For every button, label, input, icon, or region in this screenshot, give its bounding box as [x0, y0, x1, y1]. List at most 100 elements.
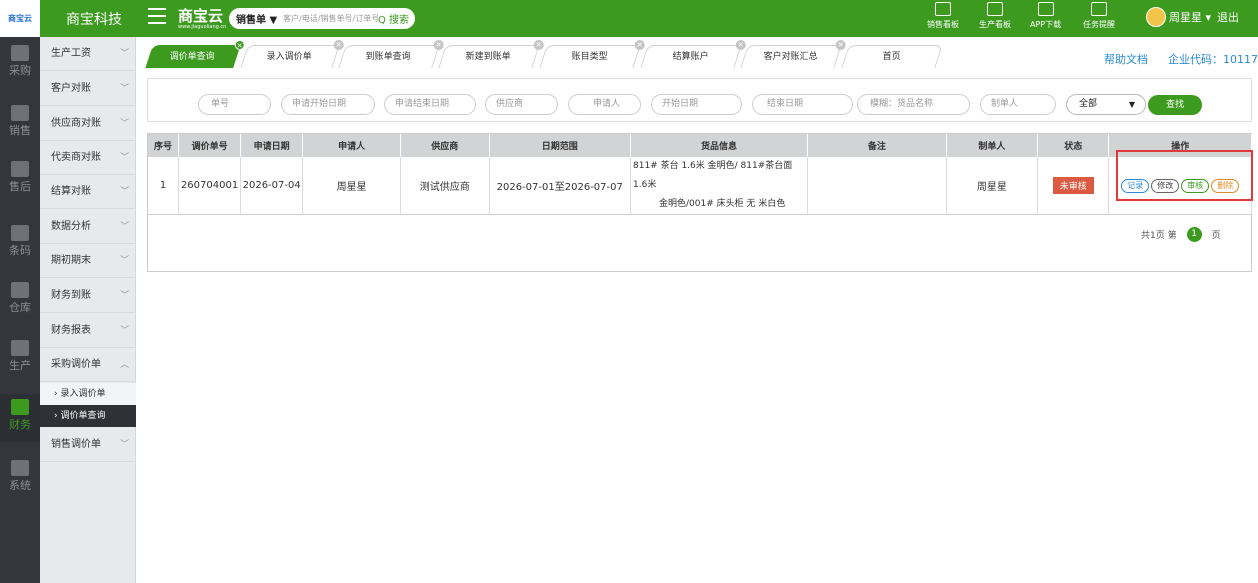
sidebar-sub-adjust-query[interactable]: › 调价单查询 [40, 405, 136, 427]
apply-end-date-input[interactable]: 申请结束日期 [384, 94, 476, 115]
filter-panel: 单号 申请开始日期 申请结束日期 供应商 申请人 开始日期 结束日期 模糊：货品… [147, 78, 1252, 122]
pagination: 共1页 第 1 页 [1141, 227, 1221, 242]
module-warehouse[interactable]: 仓库 [0, 282, 40, 322]
tab-label: 录入调价单 [267, 52, 313, 62]
sidebar-item-label: 财务到账 [51, 290, 91, 301]
tab-arrival-query[interactable]: 到账单查询 ✕ [338, 40, 444, 68]
col-creator: 制单人 [946, 134, 1039, 157]
production-board-button[interactable]: 生产看板 [979, 2, 1011, 30]
barcode-icon [11, 225, 29, 241]
close-icon[interactable]: ✕ [433, 40, 444, 50]
col-supplier: 供应商 [400, 134, 490, 157]
brand-url: www.jiaguoliang.cn [178, 24, 227, 30]
app-logo[interactable]: 商宝云 [0, 0, 40, 37]
sidebar-item-sales-price-adjust[interactable]: 销售调价单 ﹀ [40, 428, 136, 462]
hamburger-menu-icon[interactable] [148, 8, 166, 24]
module-after-sales[interactable]: 售后 [0, 161, 40, 201]
gear-icon [11, 460, 29, 476]
highlight-box [1116, 150, 1253, 201]
table-row: 1 260704001 2026-07-04 周星星 测试供应商 2026-07… [148, 157, 1252, 215]
tab-label: 账目类型 [571, 52, 608, 62]
chevron-down-icon: ﹀ [119, 222, 129, 232]
enterprise-code: 企业代码：10117 [1168, 53, 1258, 66]
sidebar-item-production-wage[interactable]: 生产工资 ﹀ [40, 37, 136, 71]
app-download-button[interactable]: APP下载 [1030, 2, 1061, 30]
order-no-input[interactable]: 单号 [198, 94, 271, 115]
col-apply-date: 申请日期 [240, 134, 304, 157]
search-input[interactable]: 客户/电话/销售单号/订单号 [283, 13, 378, 24]
cell-order-no: 260704001 [178, 157, 242, 215]
brand-logo: 商宝云 www.jiaguoliang.cn [178, 5, 226, 30]
module-barcode[interactable]: 条码 [0, 225, 40, 265]
sidebar-item-label: 财务报表 [51, 325, 91, 336]
close-icon[interactable]: ✕ [634, 40, 645, 50]
search-button[interactable]: Q 搜索 [378, 11, 415, 26]
supplier-input[interactable]: 供应商 [485, 94, 558, 115]
module-label: 生产 [9, 359, 31, 372]
module-sales[interactable]: 销售 [0, 105, 40, 145]
tab-settlement-account[interactable]: 结算账户 ✕ [640, 40, 746, 68]
search-type-select[interactable]: 销售单 ▼ [229, 11, 283, 26]
module-label: 销售 [9, 124, 31, 137]
sidebar-item-agent-reconcile[interactable]: 代卖商对账 ﹀ [40, 141, 136, 175]
find-button[interactable]: 查找 [1148, 95, 1202, 115]
sales-board-button[interactable]: 销售看板 [927, 2, 959, 30]
sidebar-item-customer-reconcile[interactable]: 客户对账 ﹀ [40, 72, 136, 106]
apply-start-date-input[interactable]: 申请开始日期 [281, 94, 375, 115]
module-purchase[interactable]: 采购 [0, 45, 40, 85]
sidebar-item-finance-arrival[interactable]: 财务到账 ﹀ [40, 279, 136, 313]
tab-label: 首页 [882, 52, 901, 62]
module-finance[interactable]: 财务 [0, 394, 40, 442]
cell-supplier: 测试供应商 [400, 157, 490, 215]
sidebar-item-settlement-reconcile[interactable]: 结算对账 ﹀ [40, 175, 136, 209]
sidebar-item-label: 结算对账 [51, 186, 91, 197]
module-production[interactable]: 生产 [0, 340, 40, 380]
goods-name-input[interactable]: 模糊：货品名称 [857, 94, 970, 115]
help-doc-link[interactable]: 帮助文档 [1104, 53, 1148, 66]
start-date-input[interactable]: 开始日期 [651, 94, 742, 115]
sidebar-item-purchase-price-adjust[interactable]: 采购调价单 ︿ [40, 348, 136, 382]
close-icon[interactable]: ✕ [234, 40, 245, 50]
close-icon[interactable]: ✕ [835, 40, 846, 50]
sidebar-item-label: 采购调价单 [51, 359, 101, 370]
tab-new-adjust[interactable]: 录入调价单 ✕ [240, 40, 344, 68]
page-current[interactable]: 1 [1186, 227, 1202, 242]
tab-adjust-query[interactable]: 调价单查询 ✕ [145, 40, 245, 68]
user-menu[interactable]: 周星星 ▾ 退出 [1146, 7, 1239, 27]
close-icon[interactable]: ✕ [735, 40, 746, 50]
cell-status: 未审核 [1037, 157, 1110, 215]
col-status: 状态 [1037, 134, 1110, 157]
cell-goods-info: 811# 茶台 1.6米 金明色/ 811#茶台面 1.6米 金明色/001# … [630, 157, 809, 215]
sidebar-sub-new-adjust[interactable]: › 录入调价单 [40, 383, 136, 405]
col-remark: 备注 [807, 134, 947, 157]
sidebar-item-period[interactable]: 期初期末 ﹀ [40, 244, 136, 278]
sidebar-item-finance-report[interactable]: 财务报表 ﹀ [40, 314, 136, 348]
status-select[interactable]: 全部 ▼ [1066, 94, 1146, 115]
module-label: 售后 [9, 180, 31, 193]
building-icon [11, 161, 29, 177]
sidebar-item-data-analysis[interactable]: 数据分析 ﹀ [40, 210, 136, 244]
tab-home[interactable]: 首页 [841, 45, 943, 68]
app-download-label: APP下载 [1030, 20, 1062, 29]
module-label: 财务 [9, 418, 31, 431]
chevron-up-icon: ︿ [119, 360, 129, 370]
module-label: 仓库 [9, 301, 31, 314]
warehouse-icon [11, 282, 29, 298]
production-board-label: 生产看板 [979, 20, 1011, 29]
tab-new-arrival[interactable]: 新建到账单 ✕ [438, 40, 544, 68]
logout-link[interactable]: 退出 [1217, 9, 1239, 25]
close-icon[interactable]: ✕ [533, 40, 544, 50]
user-name[interactable]: 周星星 ▾ [1169, 9, 1211, 25]
creator-input[interactable]: 制单人 [980, 94, 1056, 115]
tab-customer-summary[interactable]: 客户对账汇总 ✕ [740, 40, 846, 68]
task-reminder-button[interactable]: 任务提醒 [1083, 2, 1115, 30]
end-date-input[interactable]: 结束日期 [752, 94, 853, 115]
sidebar-item-supplier-reconcile[interactable]: 供应商对账 ﹀ [40, 107, 136, 141]
sidebar-item-label: 客户对账 [51, 83, 91, 94]
module-system[interactable]: 系统 [0, 460, 40, 500]
status-select-value: 全部 [1079, 99, 1098, 109]
chevron-down-icon: ﹀ [119, 291, 129, 301]
tab-account-type[interactable]: 账目类型 ✕ [539, 40, 645, 68]
close-icon[interactable]: ✕ [333, 40, 344, 50]
applicant-input[interactable]: 申请人 [568, 94, 641, 115]
